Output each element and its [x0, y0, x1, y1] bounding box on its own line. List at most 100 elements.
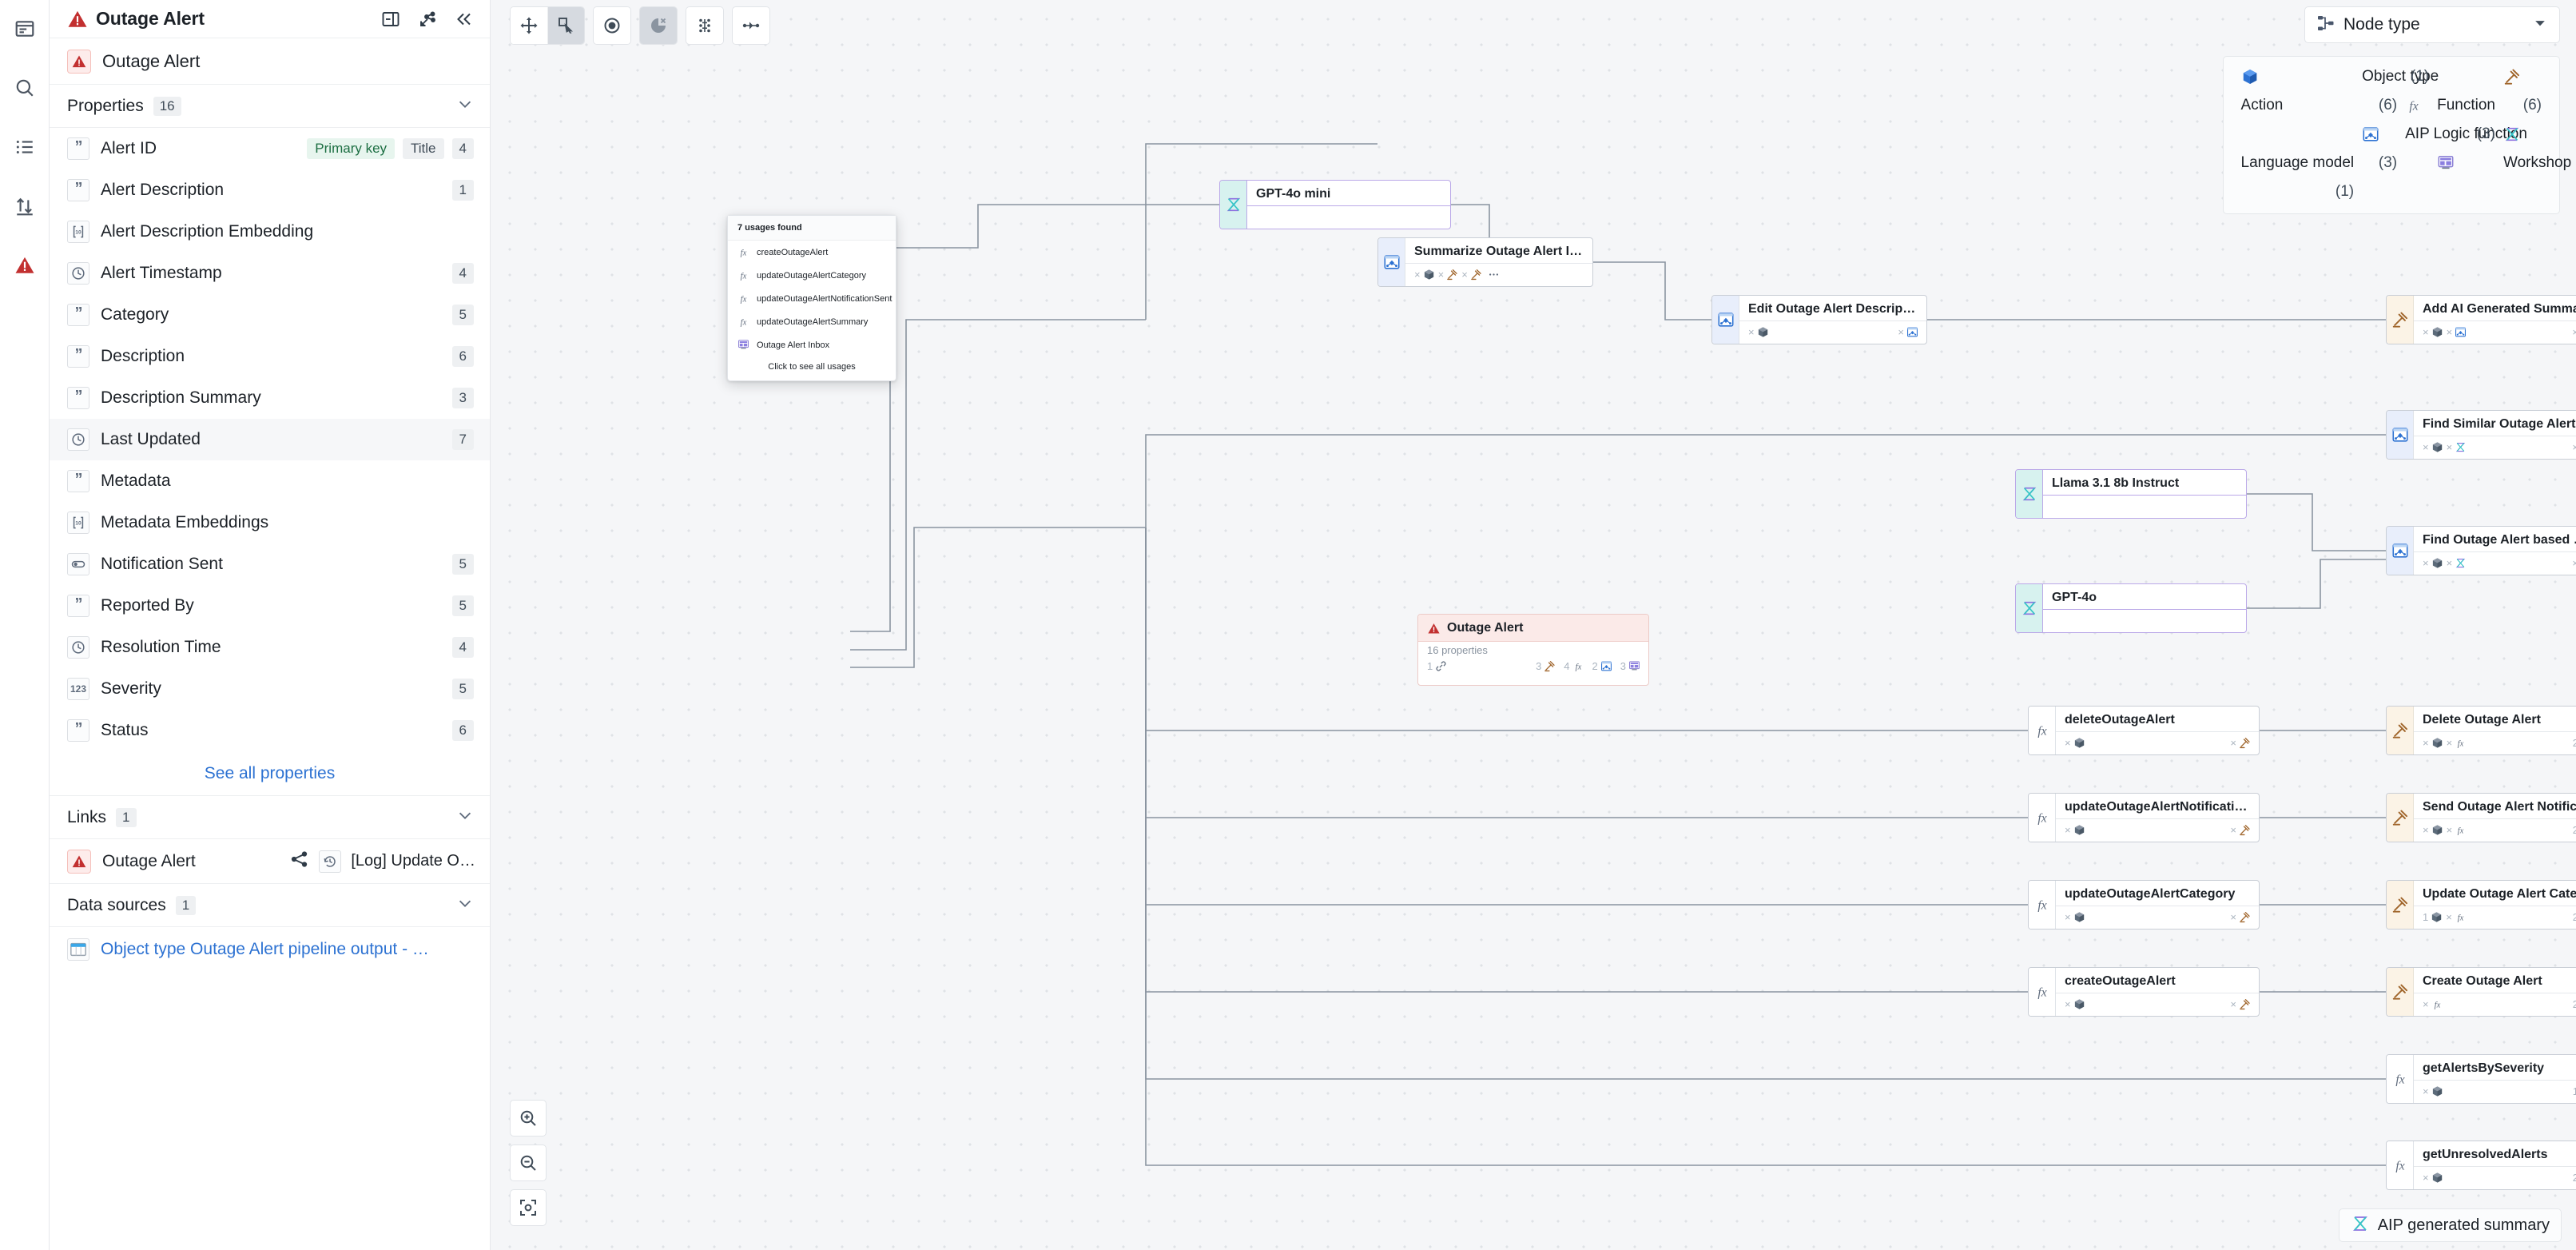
property-row[interactable]: Alert Timestamp4: [50, 253, 490, 294]
chevron-down-icon[interactable]: [456, 894, 474, 916]
see-all-properties-link[interactable]: See all properties: [50, 751, 490, 796]
property-badges: 5: [452, 554, 474, 575]
graph-node[interactable]: fx updateOutageAlertNotificatio… × ×: [2028, 793, 2260, 842]
list-icon[interactable]: [7, 129, 42, 165]
usage-count-badge[interactable]: 7: [452, 429, 474, 450]
node-title: Outage Alert: [1447, 621, 1523, 635]
property-badges: 4: [452, 263, 474, 284]
property-row[interactable]: ”Description6: [50, 336, 490, 377]
usage-count-badge[interactable]: 5: [452, 595, 474, 616]
expand-tool-button[interactable]: [733, 7, 769, 44]
usage-count-badge[interactable]: 5: [452, 679, 474, 699]
chevron-down-icon[interactable]: [456, 95, 474, 117]
hide-tool-button[interactable]: [640, 7, 677, 44]
zoom-in-button[interactable]: [510, 1100, 547, 1137]
graph-node[interactable]: fx updateOutageAlertCategory × ×: [2028, 880, 2260, 930]
graph-node[interactable]: Update Outage Alert Category 1 × fx 2: [2386, 880, 2576, 930]
property-row[interactable]: Resolution Time4: [50, 627, 490, 668]
usage-count-badge[interactable]: 5: [452, 554, 474, 575]
usages-popover-footer[interactable]: Click to see all usages: [728, 356, 896, 380]
node-type-filter-dropdown[interactable]: Node type: [2304, 6, 2560, 43]
graph-view-icon[interactable]: [418, 10, 437, 29]
property-row[interactable]: ”Category5: [50, 294, 490, 336]
property-row[interactable]: 10Alert Description Embedding: [50, 211, 490, 253]
panel-collapse-icon[interactable]: [381, 10, 400, 29]
properties-section-header[interactable]: Properties 16: [50, 85, 490, 128]
graph-canvas[interactable]: Node type Object type(1) Action(6)fxFunc…: [491, 0, 2576, 1250]
graph-node[interactable]: Create Outage Alert × fx 2: [2386, 967, 2576, 1017]
overview-icon[interactable]: [7, 11, 42, 46]
sort-icon[interactable]: [7, 189, 42, 224]
pan-tool-button[interactable]: [511, 7, 547, 44]
graph-node[interactable]: fx deleteOutageAlert × ×: [2028, 706, 2260, 755]
graph-node[interactable]: Edit Outage Alert Description … × ×: [1711, 295, 1927, 344]
data-sources-section-header[interactable]: Data sources 1: [50, 884, 490, 927]
collapse-chevrons-icon[interactable]: [455, 10, 474, 29]
zoom-out-button[interactable]: [510, 1145, 547, 1181]
usage-count-badge[interactable]: 4: [452, 263, 474, 284]
usages-popover-item[interactable]: fxupdateOutageAlertNotificationSent: [728, 287, 896, 310]
property-row[interactable]: ”Status6: [50, 710, 490, 751]
usages-popover-item[interactable]: fxupdateOutageAlertCategory: [728, 264, 896, 287]
usages-popover-item[interactable]: Outage Alert Inbox: [728, 333, 896, 356]
node-meta-count: ×: [1748, 326, 1755, 338]
graph-node[interactable]: Outage Alert 16 properties 1 3 4 fx 2: [1417, 614, 1649, 686]
cube-icon: [2431, 1085, 2443, 1097]
string-type-icon: ”: [67, 137, 89, 160]
graph-node[interactable]: Find Similar Outage Alerts × × ×: [2386, 410, 2576, 460]
graph-node[interactable]: Summarize Outage Alert Incid… × × ×: [1377, 237, 1593, 287]
svg-text:10: 10: [75, 230, 81, 236]
node-meta-item: 2: [2573, 824, 2576, 836]
search-icon[interactable]: [7, 70, 42, 105]
graph-node[interactable]: fx getUnresolvedAlerts × 2: [2386, 1141, 2576, 1190]
usages-popover-item-label: createOutageAlert: [757, 248, 828, 257]
number-type-icon: 123: [67, 678, 89, 700]
usages-popover-item[interactable]: fxcreateOutageAlert: [728, 241, 896, 264]
property-row[interactable]: Last Updated7: [50, 419, 490, 460]
graph-node[interactable]: Add AI Generated Summary to… × × ×: [2386, 295, 2576, 344]
usage-count-badge[interactable]: 6: [452, 346, 474, 367]
graph-node[interactable]: GPT-4o mini: [1219, 180, 1451, 229]
graph-node[interactable]: fx getAlertsBySeverity × 1: [2386, 1054, 2576, 1104]
graph-node[interactable]: Delete Outage Alert × × fx 2: [2386, 706, 2576, 755]
warning-triangle-icon: [67, 9, 88, 30]
node-type-filter-label: Node type: [2343, 15, 2420, 34]
property-name: Notification Sent: [101, 555, 223, 574]
fit-to-screen-button[interactable]: [510, 1189, 547, 1226]
tool-group-2: [593, 6, 631, 45]
usage-count-badge[interactable]: 1: [452, 180, 474, 201]
property-row[interactable]: ”Alert IDPrimary keyTitle4: [50, 128, 490, 169]
chevron-down-icon[interactable]: [2532, 15, 2548, 35]
usage-count-badge[interactable]: 6: [452, 720, 474, 741]
graph-node[interactable]: Llama 3.1 8b Instruct: [2015, 469, 2247, 519]
usage-count-badge[interactable]: 4: [452, 637, 474, 658]
graph-node[interactable]: Send Outage Alert Notificatio… × × fx 2: [2386, 793, 2576, 842]
link-row[interactable]: Outage Alert [Log] Update O…: [50, 839, 490, 884]
property-row[interactable]: ”Description Summary3: [50, 377, 490, 419]
property-row[interactable]: ”Reported By5: [50, 585, 490, 627]
node-meta-item: [1485, 269, 1500, 281]
property-row[interactable]: 123Severity5: [50, 668, 490, 710]
property-row[interactable]: ”Alert Description1: [50, 169, 490, 211]
usage-count-badge[interactable]: 3: [452, 388, 474, 408]
chevron-down-icon[interactable]: [456, 806, 474, 828]
property-row[interactable]: Notification Sent 5: [50, 543, 490, 585]
object-type-row[interactable]: Outage Alert: [50, 38, 490, 85]
property-row[interactable]: ”Metadata: [50, 460, 490, 502]
usages-popover-item[interactable]: fxupdateOutageAlertSummary: [728, 310, 896, 333]
usage-count-badge[interactable]: 4: [452, 138, 474, 159]
layout-tool-button[interactable]: [686, 7, 723, 44]
select-tool-button[interactable]: [547, 7, 584, 44]
alert-icon[interactable]: [7, 248, 42, 283]
data-source-row[interactable]: Object type Outage Alert pipeline output…: [50, 927, 490, 972]
links-section-header[interactable]: Links 1: [50, 796, 490, 839]
graph-node[interactable]: GPT-4o: [2015, 583, 2247, 633]
property-badges: 1: [452, 180, 474, 201]
node-meta: [2043, 610, 2246, 632]
aip-generated-summary-chip[interactable]: AIP generated summary: [2339, 1208, 2562, 1242]
focus-tool-button[interactable]: [594, 7, 630, 44]
usage-count-badge[interactable]: 5: [452, 305, 474, 325]
property-row[interactable]: 10Metadata Embeddings: [50, 502, 490, 543]
graph-node[interactable]: Find Outage Alert based on de… × × ×: [2386, 526, 2576, 575]
graph-node[interactable]: fx createOutageAlert × ×: [2028, 967, 2260, 1017]
